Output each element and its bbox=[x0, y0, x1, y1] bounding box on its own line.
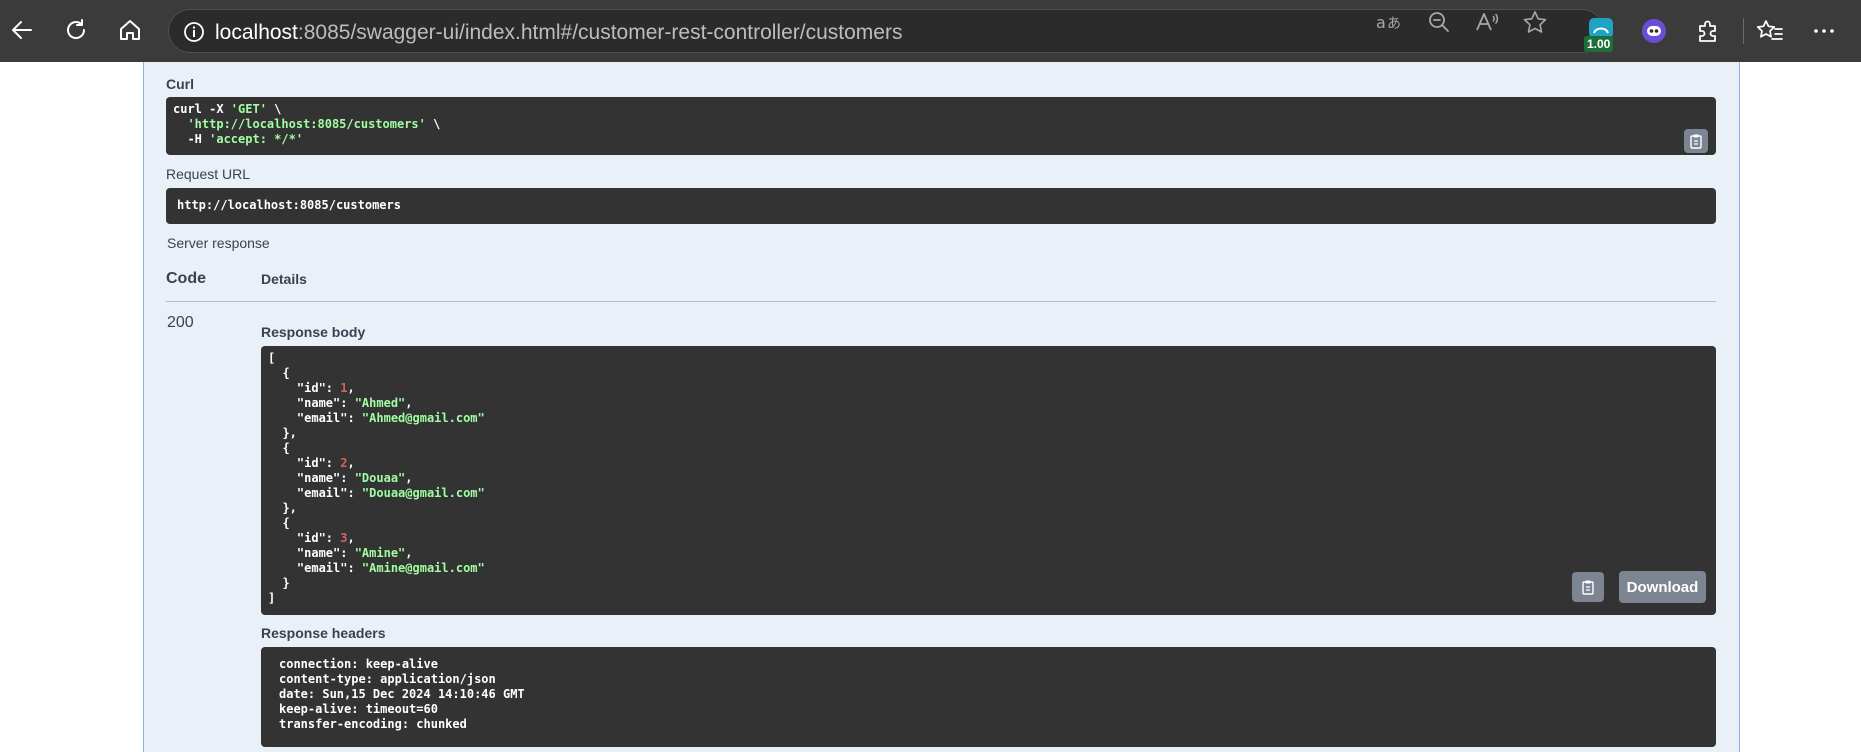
json-customer-2-open: { bbox=[268, 441, 290, 455]
json-close-bracket: ] bbox=[268, 591, 276, 605]
clipboard-icon bbox=[1690, 134, 1702, 149]
refresh-icon bbox=[67, 19, 86, 39]
toolbar-separator bbox=[1743, 18, 1744, 44]
zoom-out-icon[interactable] bbox=[1424, 10, 1454, 34]
header-line: connection: keep-alive bbox=[279, 657, 438, 671]
favorite-star-icon[interactable] bbox=[1520, 10, 1550, 34]
response-code: 200 bbox=[167, 314, 194, 331]
json-customer-2-id: "id": 2, bbox=[268, 456, 355, 470]
details-column-header: Details bbox=[261, 271, 307, 287]
json-customer-3-id: "id": 3, bbox=[268, 531, 355, 545]
json-customer-1-email: "email": "Ahmed@gmail.com" bbox=[268, 411, 485, 425]
curl-code-block[interactable]: curl -X 'GET' \ 'http://localhost:8085/c… bbox=[166, 97, 1716, 155]
browser-toolbar: localhost:8085/swagger-ui/index.html#/cu… bbox=[0, 0, 1861, 62]
home-button[interactable] bbox=[112, 11, 148, 49]
header-line: keep-alive: timeout=60 bbox=[279, 702, 438, 716]
code-column-header: Code bbox=[166, 270, 206, 287]
copy-curl-button[interactable] bbox=[1684, 129, 1708, 153]
header-line: date: Sun,15 Dec 2024 14:10:46 GMT bbox=[279, 687, 525, 701]
read-aloud-icon[interactable] bbox=[1472, 10, 1502, 34]
svg-text:あ: あ bbox=[1387, 16, 1401, 32]
request-url-label: Request URL bbox=[166, 166, 251, 182]
url-text[interactable]: localhost:8085/swagger-ui/index.html#/cu… bbox=[215, 21, 902, 45]
table-divider bbox=[166, 301, 1716, 302]
info-icon[interactable] bbox=[183, 21, 205, 43]
svg-text:a: a bbox=[1376, 13, 1386, 32]
extension-badge: 1.00 bbox=[1584, 36, 1614, 52]
download-button[interactable]: Download bbox=[1619, 571, 1706, 603]
json-customer-3-name: "name": "Amine", bbox=[268, 546, 413, 560]
back-arrow-icon bbox=[12, 21, 32, 39]
page-content: Curl curl -X 'GET' \ 'http://localhost:8… bbox=[0, 62, 1861, 752]
copy-response-button[interactable] bbox=[1572, 572, 1604, 602]
clipboard-icon bbox=[1582, 580, 1594, 595]
request-url-value: http://localhost:8085/customers bbox=[177, 198, 401, 212]
json-customer-1-name: "name": "Ahmed", bbox=[268, 396, 413, 410]
translate-icon[interactable]: aあ bbox=[1375, 10, 1405, 34]
url-path: :8085/swagger-ui/index.html#/customer-re… bbox=[297, 21, 903, 44]
url-host: localhost bbox=[215, 21, 298, 44]
server-response-label: Server response bbox=[167, 235, 270, 251]
favorites-icon[interactable] bbox=[1752, 12, 1788, 50]
response-headers-label: Response headers bbox=[261, 625, 386, 641]
extensions-puzzle-icon[interactable] bbox=[1690, 12, 1726, 50]
json-customer-3-close: } bbox=[268, 576, 290, 590]
response-body-block[interactable]: [ { "id": 1, "name": "Ahmed", "email": "… bbox=[261, 346, 1716, 615]
curl-line-2: 'http://localhost:8085/customers' \ bbox=[173, 117, 441, 131]
json-customer-1-close: }, bbox=[268, 426, 297, 440]
header-line: transfer-encoding: chunked bbox=[279, 717, 467, 731]
json-customer-3-email: "email": "Amine@gmail.com" bbox=[268, 561, 485, 575]
json-open-bracket: [ bbox=[268, 351, 276, 365]
json-customer-1-open: { bbox=[268, 366, 290, 380]
home-icon bbox=[120, 20, 140, 40]
json-customer-1-id: "id": 1, bbox=[268, 381, 355, 395]
response-headers-block[interactable]: connection: keep-alive content-type: appl… bbox=[261, 647, 1716, 747]
curl-label: Curl bbox=[166, 76, 194, 92]
back-button[interactable] bbox=[4, 11, 40, 49]
swagger-operation-panel: Curl curl -X 'GET' \ 'http://localhost:8… bbox=[143, 62, 1740, 752]
refresh-button[interactable] bbox=[58, 11, 94, 49]
json-customer-2-close: }, bbox=[268, 501, 297, 515]
json-customer-2-name: "name": "Douaa", bbox=[268, 471, 413, 485]
json-customer-3-open: { bbox=[268, 516, 290, 530]
more-menu-icon[interactable] bbox=[1806, 12, 1842, 50]
json-customer-2-email: "email": "Douaa@gmail.com" bbox=[268, 486, 485, 500]
response-body-label: Response body bbox=[261, 324, 366, 340]
curl-line-1: curl -X 'GET' \ bbox=[173, 102, 282, 116]
header-line: content-type: application/json bbox=[279, 672, 496, 686]
curl-line-3: -H 'accept: */*' bbox=[173, 132, 304, 146]
extension-bot-icon[interactable] bbox=[1636, 12, 1672, 50]
request-url-block[interactable]: http://localhost:8085/customers bbox=[166, 188, 1716, 224]
